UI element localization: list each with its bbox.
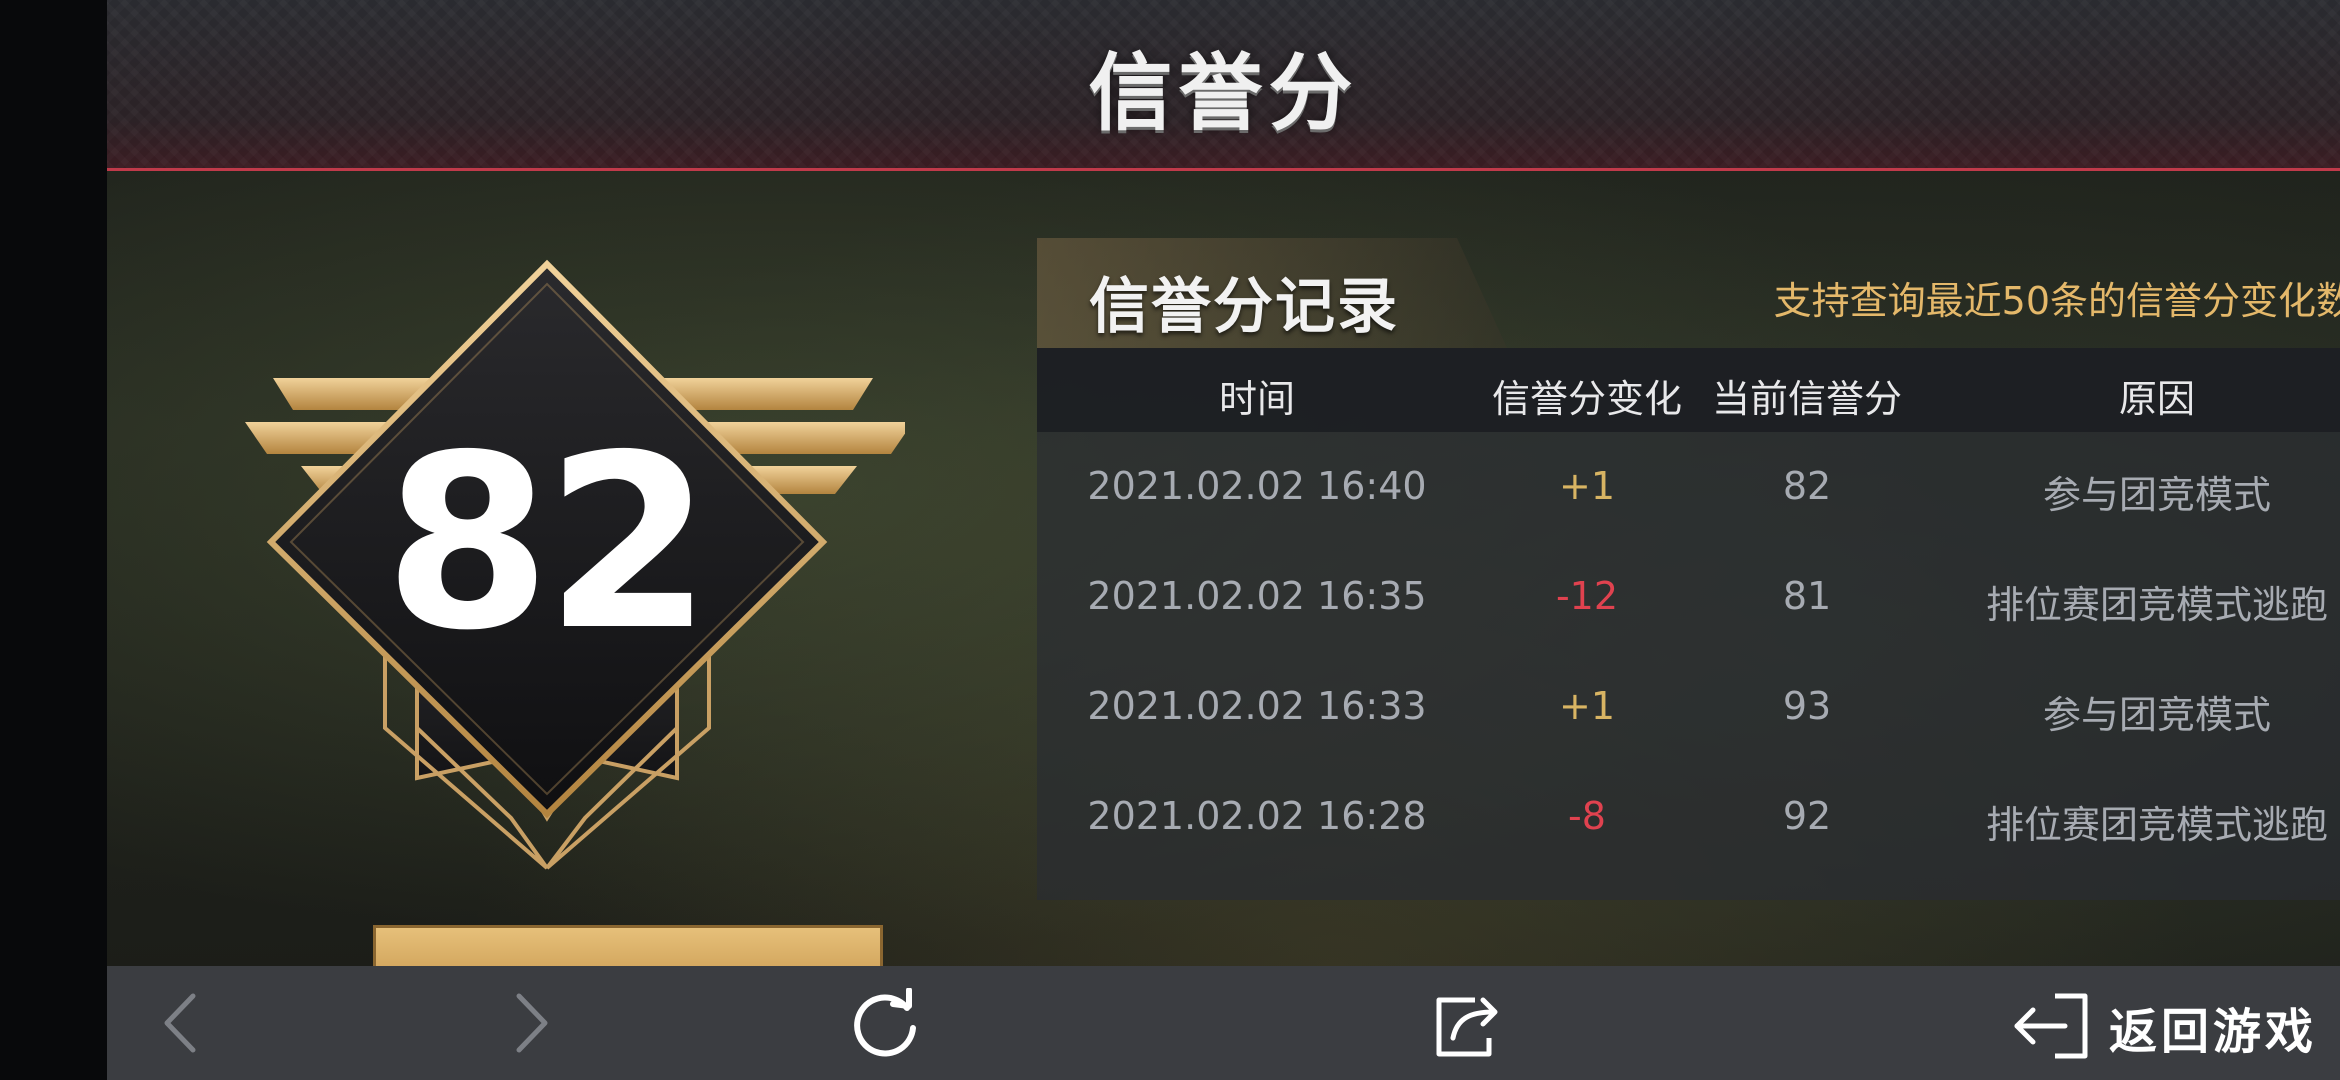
back-button[interactable] xyxy=(147,988,217,1058)
row-current: 93 xyxy=(1782,684,1832,728)
chevron-right-icon xyxy=(516,993,548,1053)
left-black-strip xyxy=(0,0,107,1080)
table-row: 2021.02.02 16:40 +1 82 参与团竞模式 xyxy=(1037,432,2340,542)
row-change: -8 xyxy=(1568,794,1606,838)
record-title: 信誉分记录 xyxy=(1089,272,1399,342)
row-current: 81 xyxy=(1782,574,1832,618)
header-bar: 信誉分 xyxy=(107,0,2340,171)
header-current: 当前信誉分 xyxy=(1711,377,1902,421)
row-reason: 参与团竞模式 xyxy=(2042,693,2271,737)
share-button[interactable] xyxy=(1427,988,1507,1058)
row-change: +1 xyxy=(1558,684,1616,728)
page-title: 信誉分 xyxy=(1088,44,1359,142)
bottom-toolbar: 返回游戏 xyxy=(107,966,2340,1080)
chevron-left-icon xyxy=(164,993,196,1053)
return-label: 返回游戏 xyxy=(2108,1004,2317,1060)
app-root: 信誉分 82 信誉分记录 支持查询最近50条的信誉分变化数据 时间 信誉分变化 … xyxy=(107,0,2340,1080)
table-row: 2021.02.02 16:28 -8 92 排位赛团竞模式逃跑 xyxy=(1037,762,2340,872)
record-hint: 支持查询最近50条的信誉分变化数据 xyxy=(1773,279,2340,323)
row-time: 2021.02.02 16:28 xyxy=(1087,794,1427,838)
forward-button[interactable] xyxy=(497,988,567,1058)
row-reason: 排位赛团竞模式逃跑 xyxy=(1985,583,2328,627)
score-emblem: 82 xyxy=(185,258,905,878)
share-icon xyxy=(1436,997,1498,1057)
row-time: 2021.02.02 16:33 xyxy=(1087,684,1427,728)
refresh-button[interactable] xyxy=(847,987,923,1058)
row-reason: 排位赛团竞模式逃跑 xyxy=(1985,803,2328,847)
score-value: 82 xyxy=(384,403,712,683)
return-to-game-button[interactable]: 返回游戏 xyxy=(2007,988,2317,1060)
record-table: 时间 信誉分变化 当前信誉分 原因 2021.02.02 16:40 +1 82… xyxy=(1037,348,2340,900)
row-current: 82 xyxy=(1782,464,1832,508)
header-time: 时间 xyxy=(1218,377,1295,421)
exit-icon xyxy=(2014,993,2088,1059)
header-change: 信誉分变化 xyxy=(1491,377,1682,421)
record-panel: 信誉分记录 支持查询最近50条的信誉分变化数据 时间 信誉分变化 当前信誉分 原… xyxy=(1037,238,2340,900)
table-header: 时间 信誉分变化 当前信誉分 原因 xyxy=(1037,348,2340,432)
table-row: 2021.02.02 16:35 -12 81 排位赛团竞模式逃跑 xyxy=(1037,542,2340,652)
row-time: 2021.02.02 16:40 xyxy=(1087,464,1427,508)
header-reason: 原因 xyxy=(2118,377,2195,421)
row-change: -12 xyxy=(1555,574,1619,618)
row-reason: 参与团竞模式 xyxy=(2042,473,2271,517)
refresh-icon xyxy=(854,987,916,1057)
row-current: 92 xyxy=(1782,794,1832,838)
row-time: 2021.02.02 16:35 xyxy=(1087,574,1427,618)
row-change: +1 xyxy=(1558,464,1616,508)
table-row: 2021.02.02 16:33 +1 93 参与团竞模式 xyxy=(1037,652,2340,762)
